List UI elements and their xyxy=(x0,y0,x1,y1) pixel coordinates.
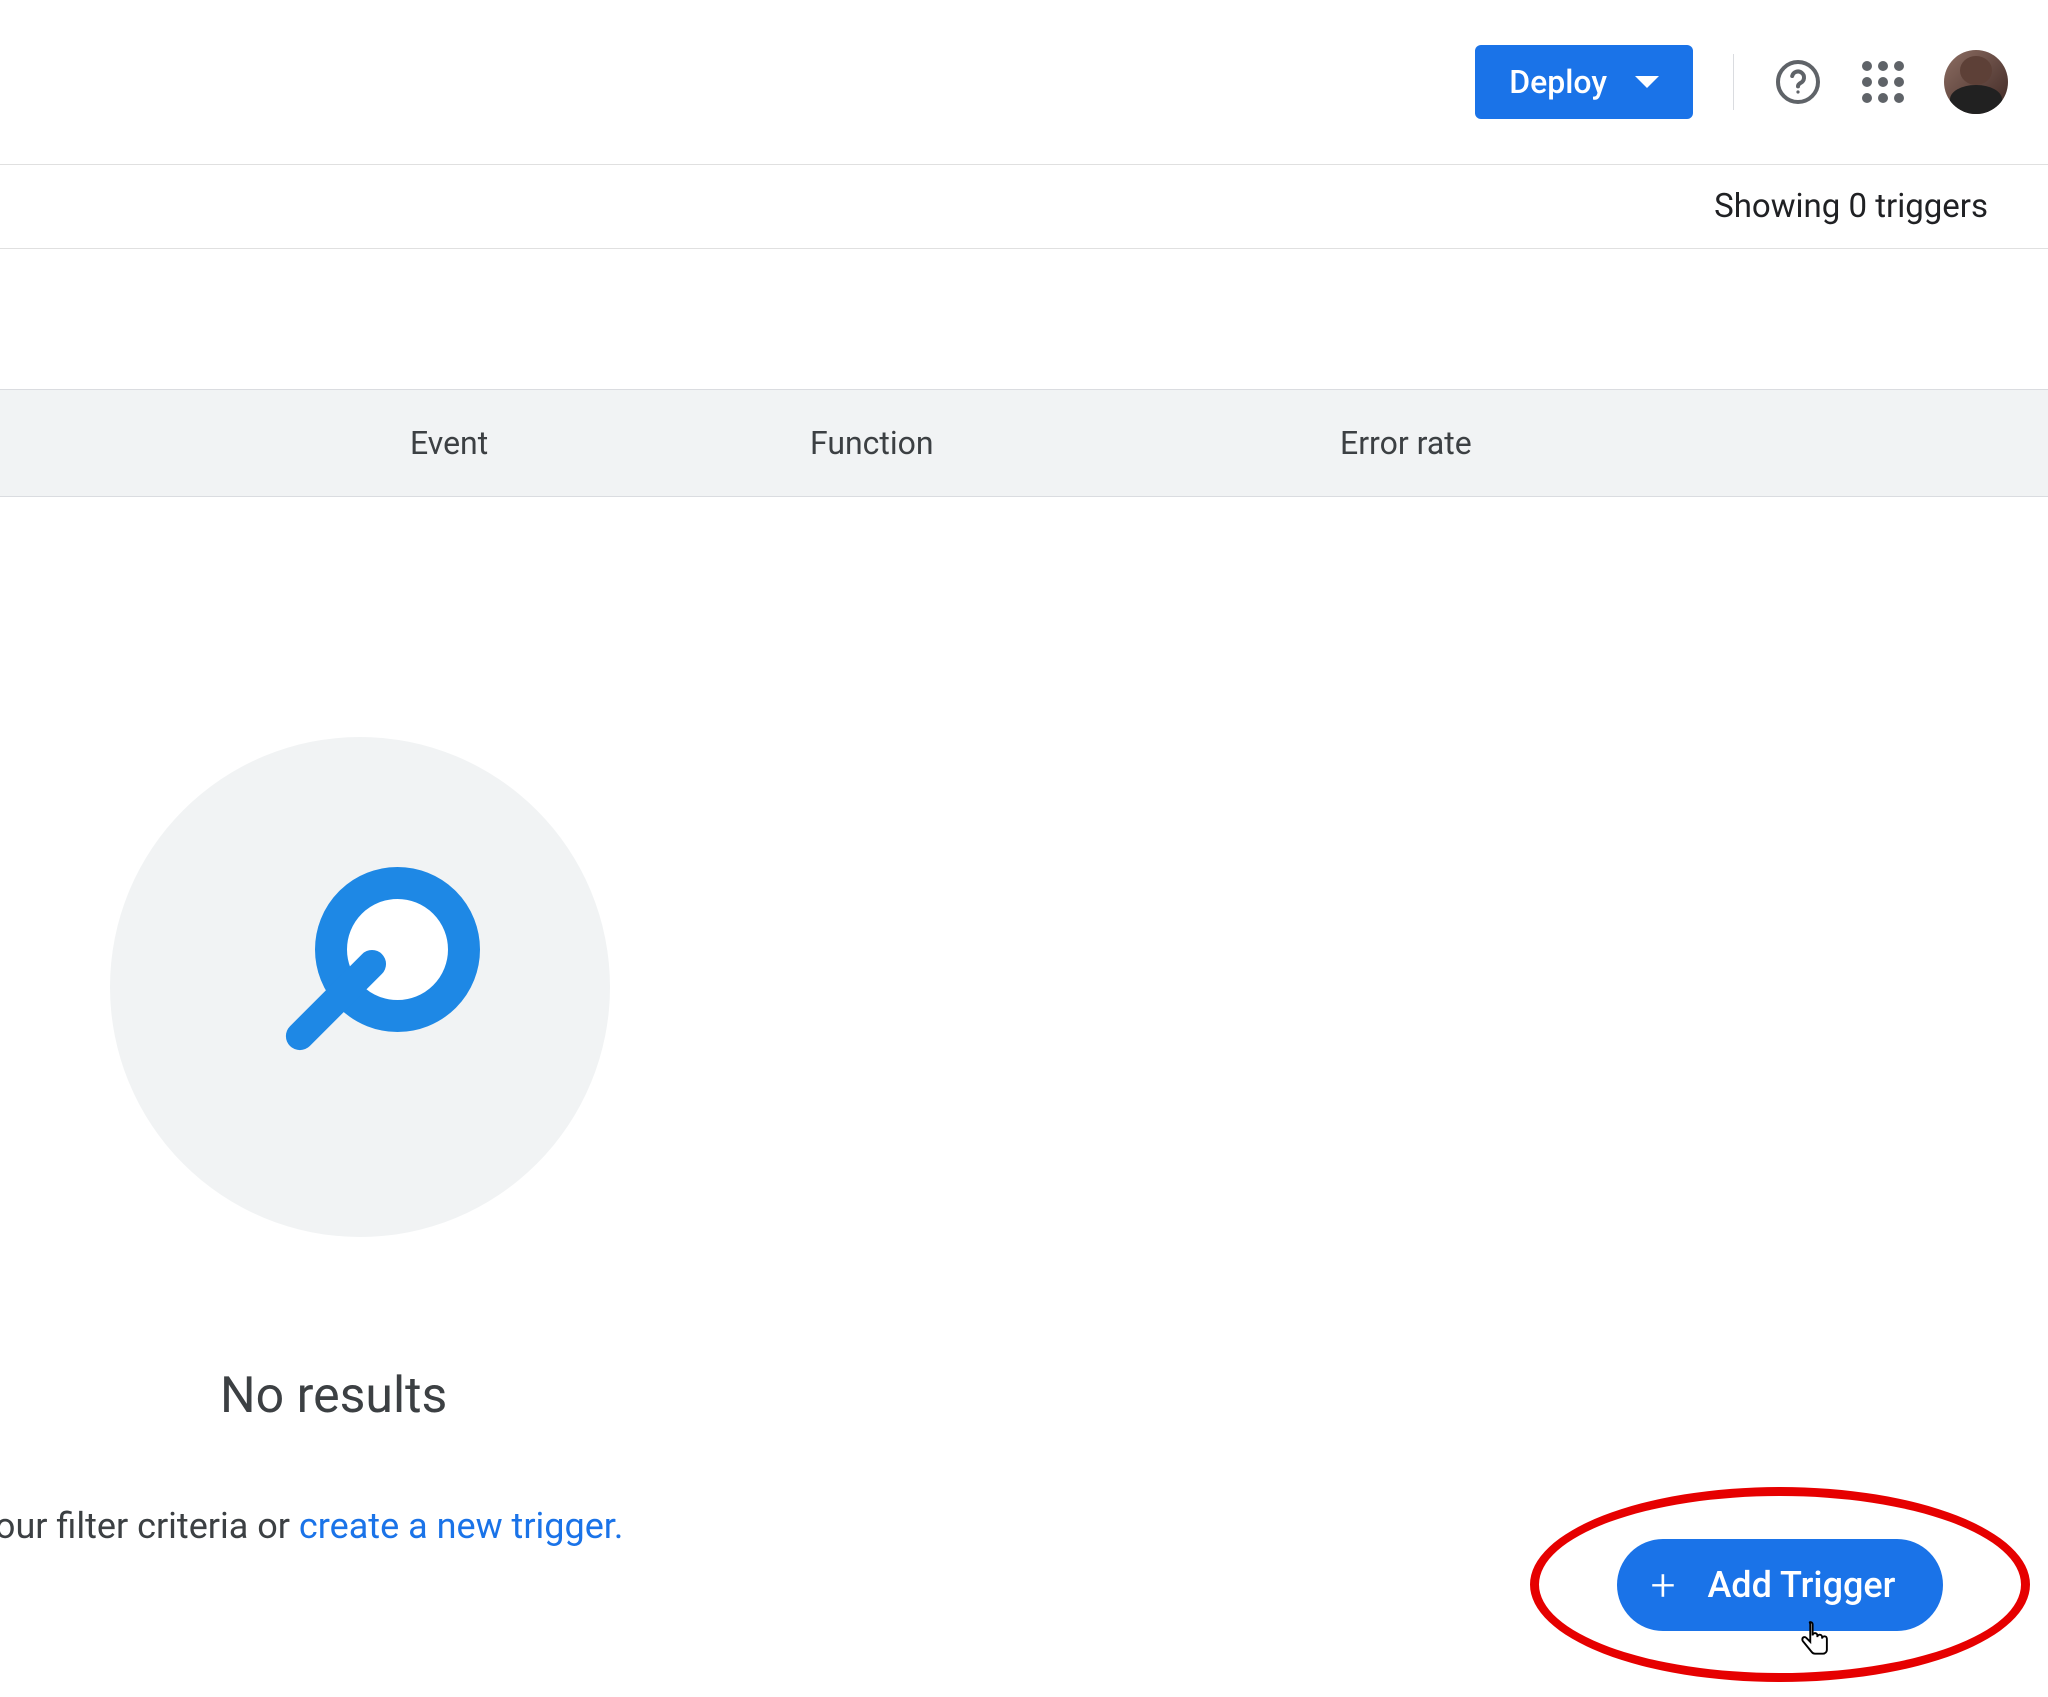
column-function[interactable]: Function xyxy=(810,424,1340,462)
column-error-rate[interactable]: Error rate xyxy=(1340,424,1740,462)
add-trigger-button[interactable]: + Add Trigger xyxy=(1617,1539,1944,1631)
header-bar: Deploy xyxy=(0,0,2048,165)
cursor-hand-icon xyxy=(1796,1621,1834,1669)
apps-grid-icon[interactable] xyxy=(1862,61,1904,103)
filter-row-spacer xyxy=(0,249,2048,389)
help-icon[interactable] xyxy=(1774,58,1822,106)
user-avatar[interactable] xyxy=(1944,50,2008,114)
deploy-button[interactable]: Deploy xyxy=(1475,45,1693,119)
create-trigger-link[interactable]: create a new trigger. xyxy=(299,1505,623,1547)
empty-state: No results sting your filter criteria or… xyxy=(0,737,2048,1547)
column-event[interactable]: Event xyxy=(410,424,810,462)
magnifier-icon xyxy=(260,867,480,1087)
no-results-title: No results xyxy=(220,1367,2048,1425)
vertical-divider xyxy=(1733,54,1734,110)
add-trigger-label: Add Trigger xyxy=(1707,1564,1895,1606)
deploy-label: Deploy xyxy=(1509,63,1607,101)
empty-state-circle xyxy=(110,737,610,1237)
caret-down-icon xyxy=(1635,76,1659,88)
hint-prefix: sting your filter criteria or xyxy=(0,1505,299,1547)
trigger-count-text: Showing 0 triggers xyxy=(1714,187,1988,226)
table-header: yment Event Function Error rate xyxy=(0,389,2048,497)
plus-icon: + xyxy=(1651,1563,1676,1607)
status-bar: Showing 0 triggers xyxy=(0,165,2048,249)
column-deployment[interactable]: yment xyxy=(0,424,410,462)
add-trigger-highlight: + Add Trigger xyxy=(1530,1487,2030,1682)
